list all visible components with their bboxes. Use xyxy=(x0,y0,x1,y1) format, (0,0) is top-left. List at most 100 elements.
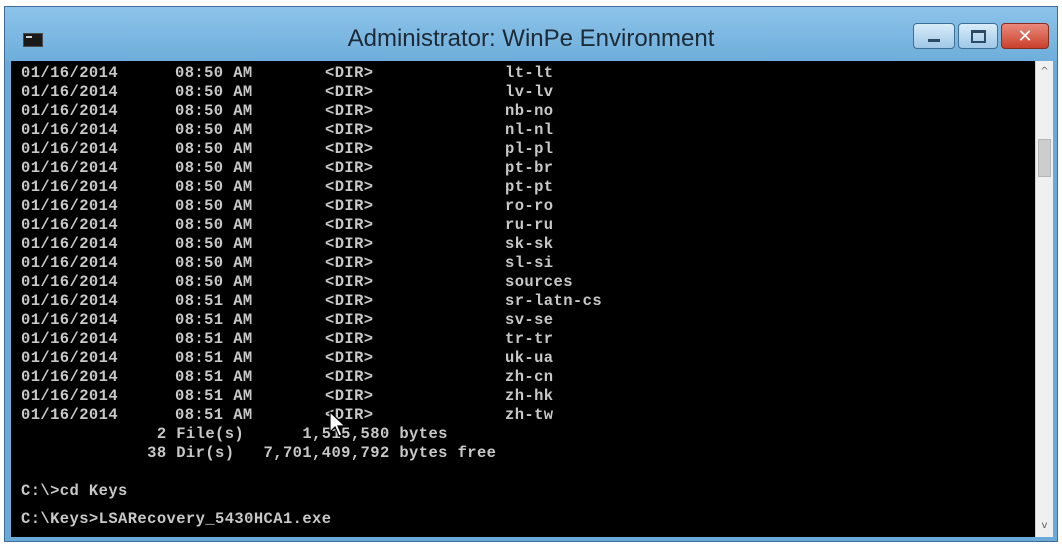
row-name: ro-ro xyxy=(505,197,554,215)
console-output[interactable]: 01/16/2014 08:50 AM <DIR> lt-lt 01/16/2014 08… xyxy=(11,61,1035,537)
row-name: sources xyxy=(505,273,573,291)
row-type: <DIR> xyxy=(325,254,374,272)
row-name: sv-se xyxy=(505,311,554,329)
row-type: <DIR> xyxy=(325,159,374,177)
row-name: sl-si xyxy=(505,254,554,272)
row-type: <DIR> xyxy=(325,349,374,367)
scroll-down-arrow-icon[interactable]: v xyxy=(1036,517,1053,535)
row-name: lt-lt xyxy=(505,64,554,82)
row-name: zh-tw xyxy=(505,406,554,424)
row-name: tr-tr xyxy=(505,330,554,348)
row-time: 08:51 AM xyxy=(175,330,253,348)
row-time: 08:50 AM xyxy=(175,121,253,139)
row-name: lv-lv xyxy=(505,83,554,101)
row-type: <DIR> xyxy=(325,368,374,386)
row-time: 08:51 AM xyxy=(175,349,253,367)
row-date: 01/16/2014 xyxy=(21,83,119,101)
close-icon: ✕ xyxy=(1017,25,1033,47)
row-type: <DIR> xyxy=(325,216,374,234)
dir-listing-row: 01/16/2014 08:50 AM <DIR> pt-pt xyxy=(21,178,602,197)
row-date: 01/16/2014 xyxy=(21,64,119,82)
dir-listing-row: 01/16/2014 08:51 AM <DIR> sr-latn-cs xyxy=(21,292,602,311)
prompt-text: C:\Keys>LSARecovery_5430HCA1.exe xyxy=(21,510,332,528)
row-date: 01/16/2014 xyxy=(21,216,119,234)
console-window: Administrator: WinPe Environment ✕ 01/16… xyxy=(4,6,1058,542)
close-button[interactable]: ✕ xyxy=(1001,23,1049,49)
console-lines: 01/16/2014 08:50 AM <DIR> lt-lt 01/16/2014 08… xyxy=(21,64,602,501)
row-time: 08:50 AM xyxy=(175,140,253,158)
row-date: 01/16/2014 xyxy=(21,159,119,177)
row-type: <DIR> xyxy=(325,292,374,310)
row-date: 01/16/2014 xyxy=(21,330,119,348)
dir-listing-row: 01/16/2014 08:51 AM <DIR> tr-tr xyxy=(21,330,602,349)
row-type: <DIR> xyxy=(325,235,374,253)
maximize-button[interactable] xyxy=(958,23,998,49)
row-type: <DIR> xyxy=(325,121,374,139)
row-date: 01/16/2014 xyxy=(21,387,119,405)
row-type: <DIR> xyxy=(325,273,374,291)
row-time: 08:51 AM xyxy=(175,311,253,329)
window-title: Administrator: WinPe Environment xyxy=(347,25,715,52)
row-date: 01/16/2014 xyxy=(21,292,119,310)
dir-listing-row: 01/16/2014 08:50 AM <DIR> ro-ro xyxy=(21,197,602,216)
minimize-icon xyxy=(914,24,954,48)
row-type: <DIR> xyxy=(325,406,374,424)
dir-listing-row: 01/16/2014 08:50 AM <DIR> lt-lt xyxy=(21,64,602,83)
row-date: 01/16/2014 xyxy=(21,197,119,215)
row-date: 01/16/2014 xyxy=(21,102,119,120)
dir-listing-row: 01/16/2014 08:50 AM <DIR> sources xyxy=(21,273,602,292)
row-time: 08:50 AM xyxy=(175,235,253,253)
minimize-button[interactable] xyxy=(913,23,955,49)
row-date: 01/16/2014 xyxy=(21,368,119,386)
dir-listing-row: 01/16/2014 08:51 AM <DIR> uk-ua xyxy=(21,349,602,368)
dir-listing-row: 01/16/2014 08:50 AM <DIR> pl-pl xyxy=(21,140,602,159)
row-type: <DIR> xyxy=(325,330,374,348)
maximize-icon xyxy=(959,24,997,48)
row-time: 08:50 AM xyxy=(175,102,253,120)
row-name: pt-br xyxy=(505,159,554,177)
row-time: 08:51 AM xyxy=(175,292,253,310)
dir-listing-row: 01/16/2014 08:50 AM <DIR> pt-br xyxy=(21,159,602,178)
row-name: zh-hk xyxy=(505,387,554,405)
row-time: 08:51 AM xyxy=(175,406,253,424)
row-name: nl-nl xyxy=(505,121,554,139)
console-prompt-line[interactable]: C:\Keys>LSARecovery_5430HCA1.exe xyxy=(21,510,331,529)
dir-listing-row: 01/16/2014 08:51 AM <DIR> zh-hk xyxy=(21,387,602,406)
summary-files-line: 2 File(s) 1,515,580 bytes xyxy=(21,425,448,443)
row-time: 08:50 AM xyxy=(175,178,253,196)
row-time: 08:51 AM xyxy=(175,387,253,405)
row-time: 08:50 AM xyxy=(175,216,253,234)
row-name: ru-ru xyxy=(505,216,554,234)
row-time: 08:50 AM xyxy=(175,254,253,272)
row-type: <DIR> xyxy=(325,64,374,82)
title-bar[interactable]: Administrator: WinPe Environment ✕ xyxy=(5,7,1057,61)
row-type: <DIR> xyxy=(325,83,374,101)
row-time: 08:50 AM xyxy=(175,83,253,101)
row-date: 01/16/2014 xyxy=(21,349,119,367)
row-time: 08:51 AM xyxy=(175,368,253,386)
row-name: pt-pt xyxy=(505,178,554,196)
row-type: <DIR> xyxy=(325,102,374,120)
row-name: sk-sk xyxy=(505,235,554,253)
row-type: <DIR> xyxy=(325,140,374,158)
dir-listing-row: 01/16/2014 08:50 AM <DIR> nb-no xyxy=(21,102,602,121)
row-name: sr-latn-cs xyxy=(505,292,603,310)
vertical-scrollbar[interactable]: ^ v xyxy=(1035,61,1053,537)
row-type: <DIR> xyxy=(325,387,374,405)
row-date: 01/16/2014 xyxy=(21,178,119,196)
row-time: 08:50 AM xyxy=(175,197,253,215)
dir-listing-row: 01/16/2014 08:51 AM <DIR> zh-cn xyxy=(21,368,602,387)
row-type: <DIR> xyxy=(325,311,374,329)
row-type: <DIR> xyxy=(325,178,374,196)
dir-listing-row: 01/16/2014 08:50 AM <DIR> sk-sk xyxy=(21,235,602,254)
dir-listing-row: 01/16/2014 08:50 AM <DIR> nl-nl xyxy=(21,121,602,140)
command-line: C:\>cd Keys xyxy=(21,482,128,500)
row-name: pl-pl xyxy=(505,140,554,158)
row-name: uk-ua xyxy=(505,349,554,367)
mouse-pointer-icon xyxy=(329,411,347,437)
row-name: nb-no xyxy=(505,102,554,120)
row-time: 08:50 AM xyxy=(175,273,253,291)
scroll-thumb[interactable] xyxy=(1038,139,1051,177)
scroll-up-arrow-icon[interactable]: ^ xyxy=(1036,63,1053,81)
